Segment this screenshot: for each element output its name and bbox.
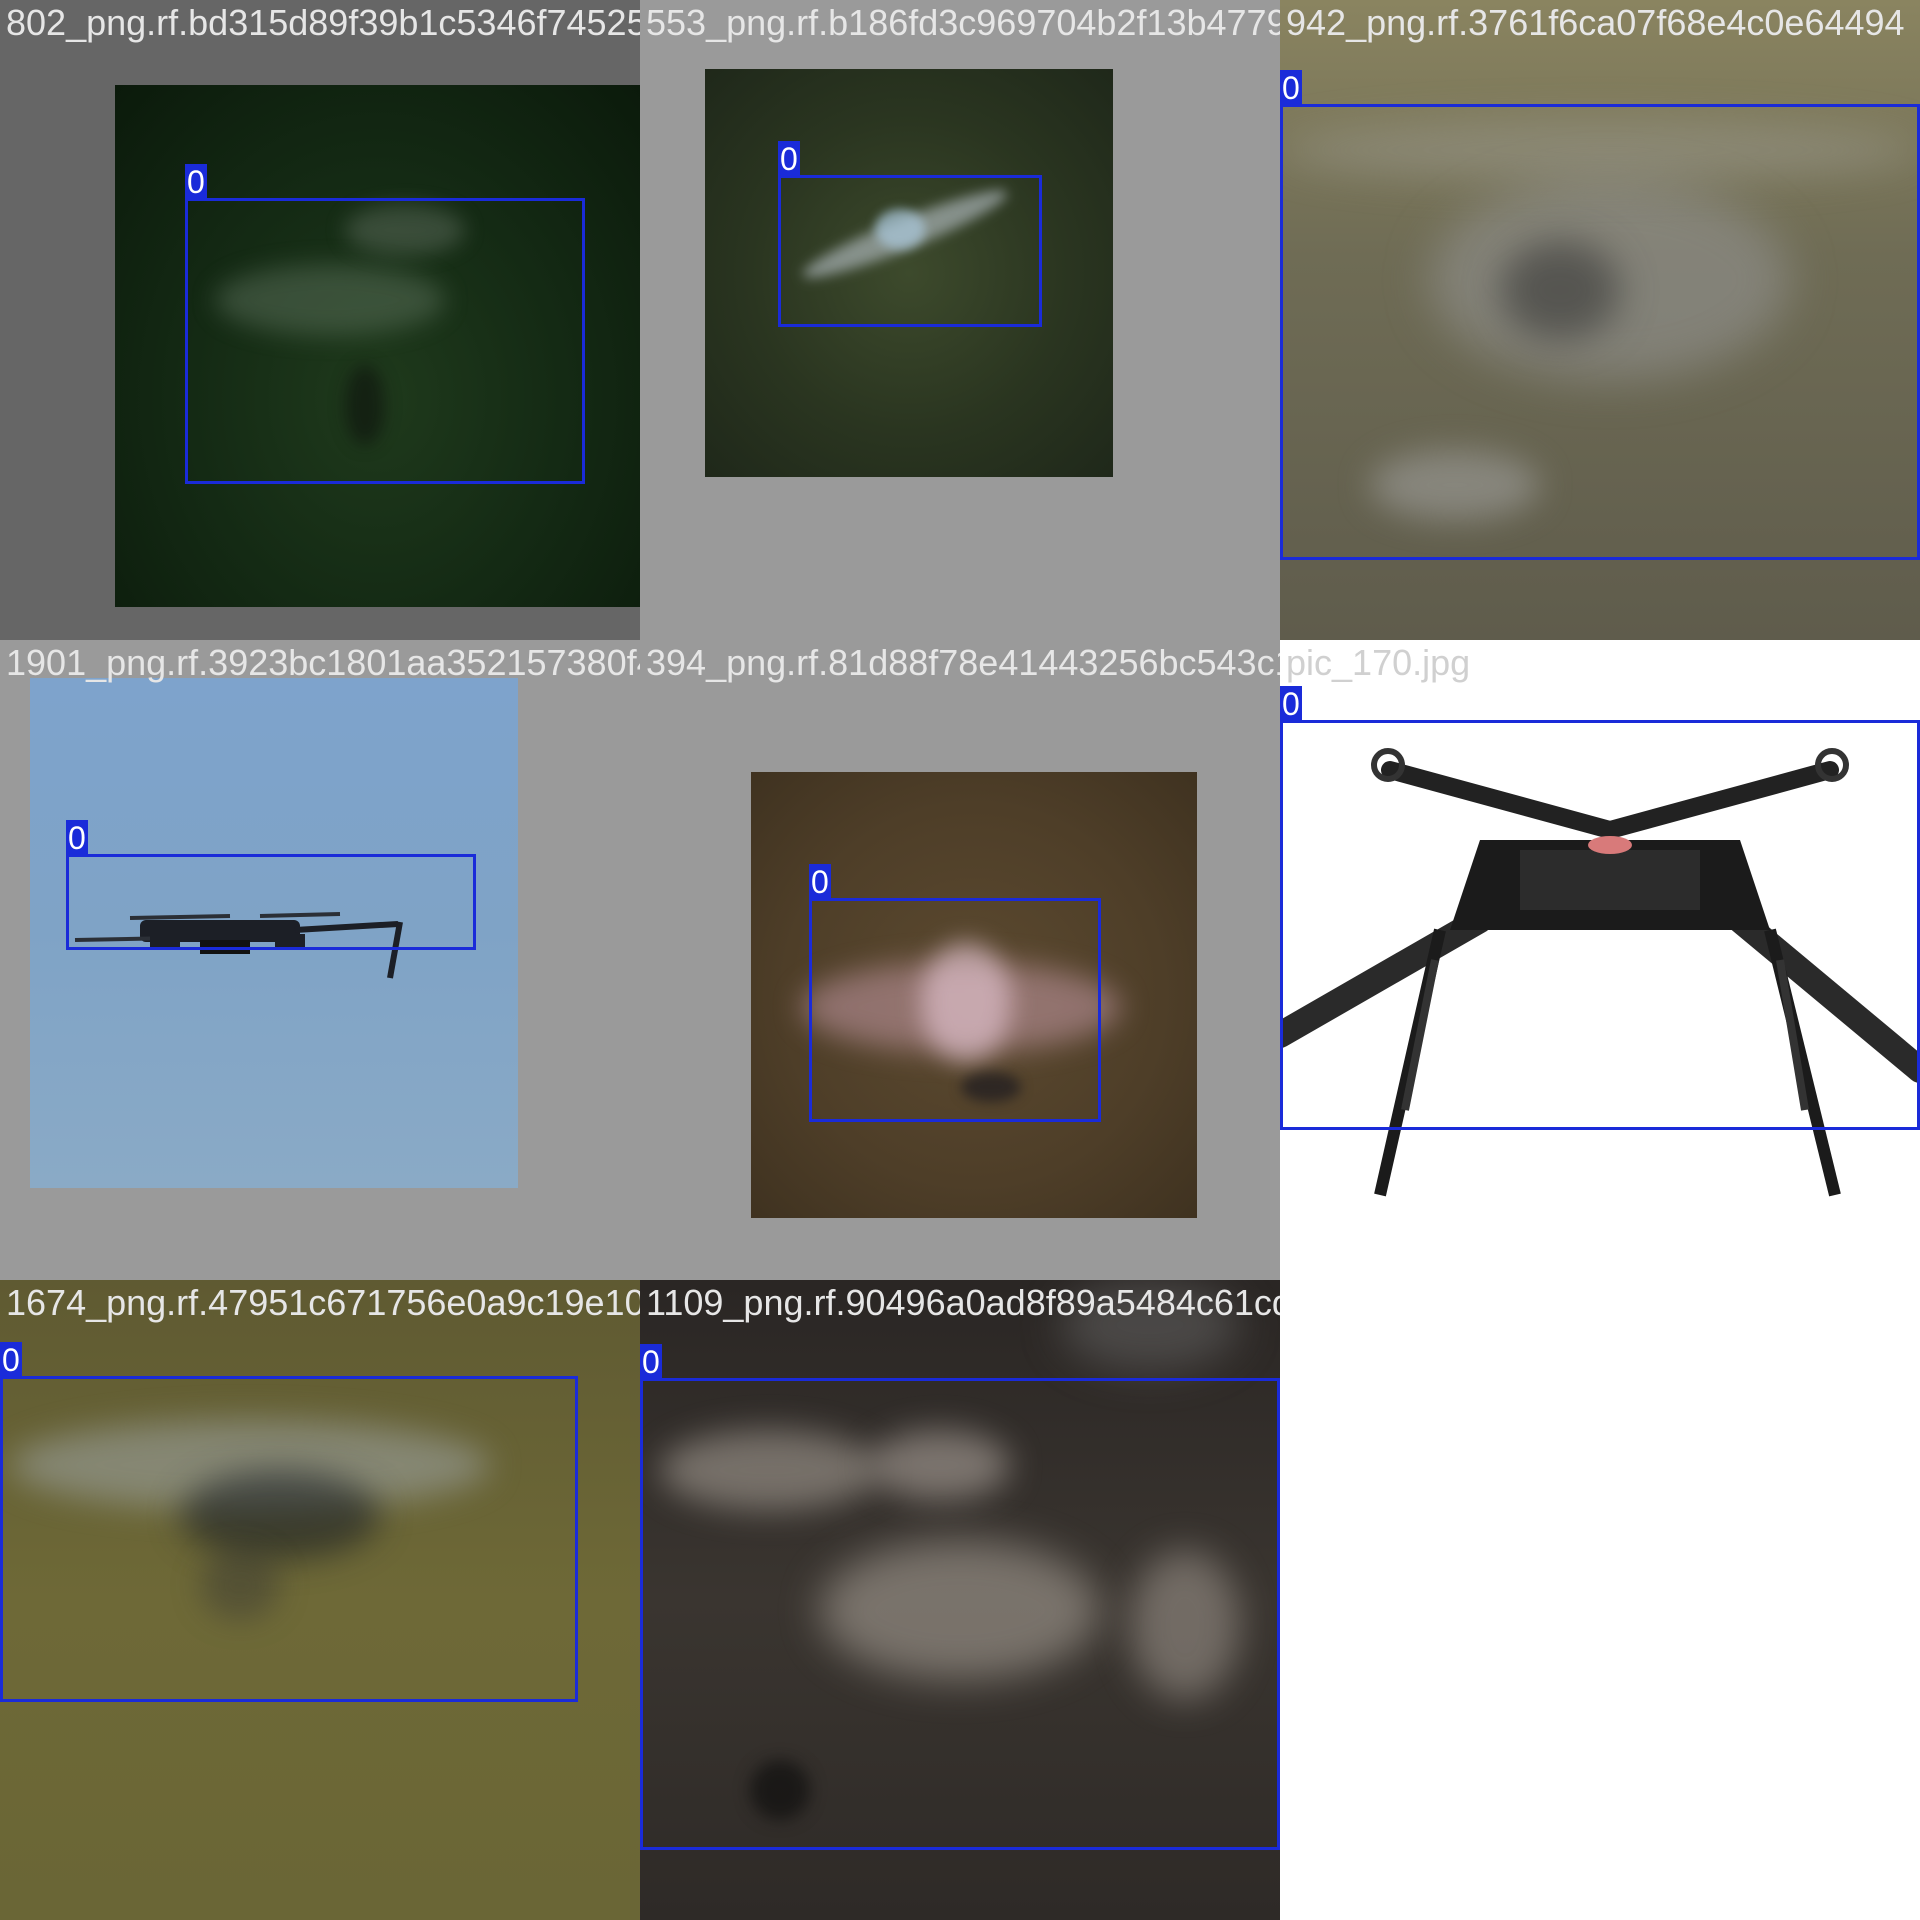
tile-8-filename: 1109_png.rf.90496a0ad8f89a5484c61cdff629 [646, 1282, 1280, 1323]
tile-3-filename: 942_png.rf.3761f6ca07f68e4c0e64494 [1286, 2, 1905, 43]
tile-1: 0 802_png.rf.bd315d89f39b1c5346f745255a3… [0, 0, 640, 640]
tile-4-bounding-box [66, 854, 476, 950]
mosaic-grid: 0 802_png.rf.bd315d89f39b1c5346f745255a3… [0, 0, 1920, 1920]
tile-4: 0 1901_png.rf.3923bc1801aa352157380f4e11… [0, 640, 640, 1280]
tile-6: 0 pic_170.jpg [1280, 640, 1920, 1280]
tile-2: 0 553_png.rf.b186fd3c969704b2f13b4779272… [640, 0, 1280, 640]
tile-1-bounding-box [185, 198, 585, 484]
tile-2-class-tag: 0 [778, 141, 800, 177]
tile-2-bounding-box [778, 175, 1042, 327]
tile-7-class-tag: 0 [0, 1342, 22, 1378]
tile-6-filename: pic_170.jpg [1286, 642, 1471, 683]
tile-8-class-tag: 0 [640, 1344, 662, 1380]
tile-3-bounding-box [1280, 104, 1920, 560]
tile-4-filename: 1901_png.rf.3923bc1801aa352157380f4e116 [6, 642, 640, 683]
tile-8: 0 1109_png.rf.90496a0ad8f89a5484c61cdff6… [640, 1280, 1280, 1920]
tile-6-bounding-box [1280, 720, 1920, 1130]
tile-1-class-tag: 0 [185, 164, 207, 200]
tile-empty [1280, 1280, 1920, 1920]
tile-3: 0 942_png.rf.3761f6ca07f68e4c0e64494 [1280, 0, 1920, 640]
tile-5-bounding-box [809, 898, 1101, 1122]
tile-3-class-tag: 0 [1280, 70, 1302, 106]
tile-2-filename: 553_png.rf.b186fd3c969704b2f13b47792726 [646, 2, 1280, 43]
tile-5-class-tag: 0 [809, 864, 831, 900]
tile-1-filename: 802_png.rf.bd315d89f39b1c5346f745255a323… [6, 2, 640, 43]
tile-5-filename: 394_png.rf.81d88f78e41443256bc543c1d650 [646, 642, 1280, 683]
tile-7-filename: 1674_png.rf.47951c671756e0a9c19e1016d053 [6, 1282, 640, 1323]
tile-7: 0 1674_png.rf.47951c671756e0a9c19e1016d0… [0, 1280, 640, 1920]
tile-4-class-tag: 0 [66, 820, 88, 856]
tile-8-bounding-box [640, 1378, 1280, 1850]
tile-5: 0 394_png.rf.81d88f78e41443256bc543c1d65… [640, 640, 1280, 1280]
tile-7-bounding-box [0, 1376, 578, 1702]
tile-6-class-tag: 0 [1280, 686, 1302, 722]
